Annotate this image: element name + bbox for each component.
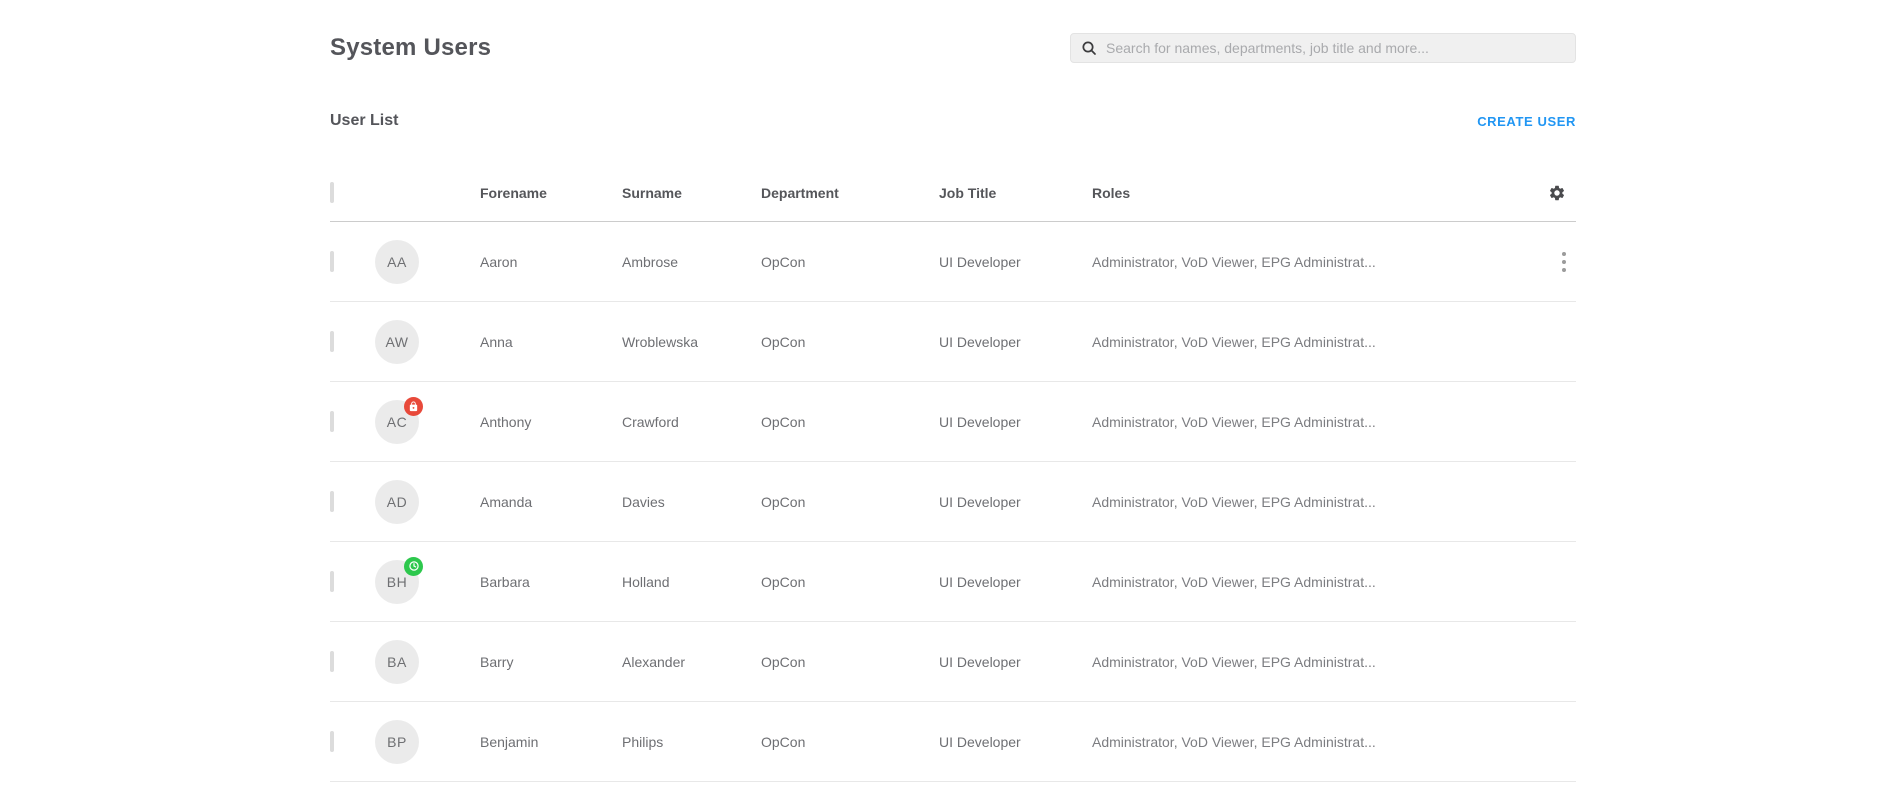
column-header-job-title[interactable]: Job Title <box>939 185 1092 201</box>
avatar-initials: AW <box>375 320 419 364</box>
top-header-bar: System Users <box>330 33 1576 63</box>
row-checkbox[interactable] <box>330 731 334 752</box>
avatar-initials: BP <box>375 720 419 764</box>
avatar-initials: AA <box>375 240 419 284</box>
cell-job-title: UI Developer <box>939 574 1092 590</box>
cell-forename: Anthony <box>480 414 622 430</box>
row-checkbox[interactable] <box>330 331 334 352</box>
table-row[interactable]: AC Anthony Crawford OpCon UI Developer A… <box>330 382 1576 462</box>
row-checkbox[interactable] <box>330 651 334 672</box>
avatar: BH <box>375 560 419 604</box>
locked-badge-icon <box>404 397 423 416</box>
cell-department: OpCon <box>761 574 939 590</box>
table-header-row: Forename Surname Department Job Title Ro… <box>330 164 1576 222</box>
cell-forename: Barbara <box>480 574 622 590</box>
cell-forename: Amanda <box>480 494 622 510</box>
search-input[interactable] <box>1106 40 1565 56</box>
cell-surname: Holland <box>622 574 761 590</box>
column-header-department[interactable]: Department <box>761 185 939 201</box>
pending-clock-badge-icon <box>404 557 423 576</box>
cell-surname: Ambrose <box>622 254 761 270</box>
row-menu-kebab-icon[interactable] <box>1562 252 1566 272</box>
cell-department: OpCon <box>761 734 939 750</box>
avatar: AD <box>375 480 419 524</box>
cell-job-title: UI Developer <box>939 414 1092 430</box>
create-user-button[interactable]: CREATE USER <box>1477 114 1576 129</box>
cell-surname: Philips <box>622 734 761 750</box>
cell-roles: Administrator, VoD Viewer, EPG Administr… <box>1092 734 1536 750</box>
cell-forename: Barry <box>480 654 622 670</box>
avatar: BP <box>375 720 419 764</box>
column-header-roles[interactable]: Roles <box>1092 185 1536 201</box>
row-checkbox[interactable] <box>330 571 334 592</box>
list-header: User List CREATE USER <box>330 112 1576 130</box>
search-box[interactable] <box>1070 33 1576 63</box>
avatar: AC <box>375 400 419 444</box>
row-checkbox[interactable] <box>330 411 334 432</box>
user-list: AA Aaron Ambrose OpCon UI Developer Admi… <box>330 222 1576 782</box>
cell-roles: Administrator, VoD Viewer, EPG Administr… <box>1092 414 1536 430</box>
list-title: User List <box>330 112 398 130</box>
row-checkbox[interactable] <box>330 251 334 272</box>
cell-job-title: UI Developer <box>939 254 1092 270</box>
table-row[interactable]: AA Aaron Ambrose OpCon UI Developer Admi… <box>330 222 1576 302</box>
cell-roles: Administrator, VoD Viewer, EPG Administr… <box>1092 254 1536 270</box>
table-row[interactable]: AW Anna Wroblewska OpCon UI Developer Ad… <box>330 302 1576 382</box>
cell-job-title: UI Developer <box>939 334 1092 350</box>
cell-surname: Wroblewska <box>622 334 761 350</box>
column-header-forename[interactable]: Forename <box>480 185 622 201</box>
cell-department: OpCon <box>761 334 939 350</box>
column-header-surname[interactable]: Surname <box>622 185 761 201</box>
page-title: System Users <box>330 34 491 62</box>
cell-surname: Alexander <box>622 654 761 670</box>
cell-roles: Administrator, VoD Viewer, EPG Administr… <box>1092 574 1536 590</box>
cell-department: OpCon <box>761 494 939 510</box>
cell-forename: Benjamin <box>480 734 622 750</box>
table-row[interactable]: BP Benjamin Philips OpCon UI Developer A… <box>330 702 1576 782</box>
table-row[interactable]: BH Barbara Holland OpCon UI Developer Ad… <box>330 542 1576 622</box>
avatar: AW <box>375 320 419 364</box>
table-settings-gear-icon[interactable] <box>1548 184 1566 202</box>
avatar-initials: BA <box>375 640 419 684</box>
avatar-initials: AD <box>375 480 419 524</box>
cell-roles: Administrator, VoD Viewer, EPG Administr… <box>1092 654 1536 670</box>
cell-surname: Davies <box>622 494 761 510</box>
select-all-checkbox[interactable] <box>330 182 334 203</box>
row-checkbox[interactable] <box>330 491 334 512</box>
table-row[interactable]: AD Amanda Davies OpCon UI Developer Admi… <box>330 462 1576 542</box>
cell-job-title: UI Developer <box>939 494 1092 510</box>
table-row[interactable]: BA Barry Alexander OpCon UI Developer Ad… <box>330 622 1576 702</box>
cell-roles: Administrator, VoD Viewer, EPG Administr… <box>1092 494 1536 510</box>
cell-department: OpCon <box>761 414 939 430</box>
cell-department: OpCon <box>761 654 939 670</box>
cell-forename: Anna <box>480 334 622 350</box>
search-icon <box>1081 40 1097 56</box>
cell-forename: Aaron <box>480 254 622 270</box>
cell-department: OpCon <box>761 254 939 270</box>
cell-job-title: UI Developer <box>939 654 1092 670</box>
cell-roles: Administrator, VoD Viewer, EPG Administr… <box>1092 334 1536 350</box>
main-content: System Users User List CREATE USER Foren… <box>330 0 1576 782</box>
cell-job-title: UI Developer <box>939 734 1092 750</box>
avatar: AA <box>375 240 419 284</box>
cell-surname: Crawford <box>622 414 761 430</box>
avatar: BA <box>375 640 419 684</box>
